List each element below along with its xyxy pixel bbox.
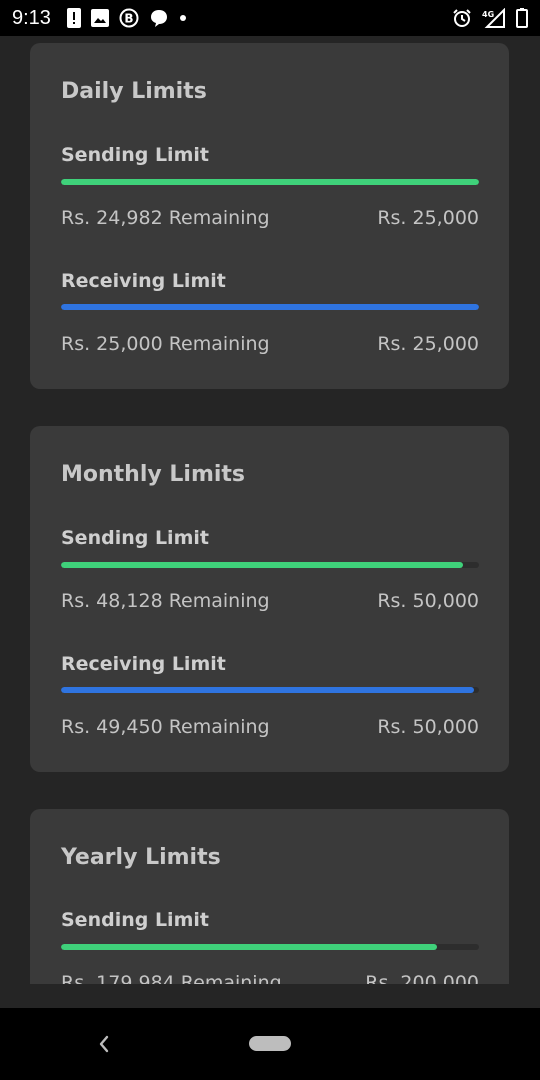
yearly-limits-card: Yearly Limits Sending Limit Rs. 179,984 …	[30, 809, 509, 984]
status-bar: 9:13 B 4G	[0, 0, 540, 36]
sending-limit-progress	[61, 944, 479, 950]
sending-limit-row: Rs. 24,982 Remaining Rs. 25,000	[61, 207, 479, 229]
battery-icon	[516, 8, 528, 28]
home-button[interactable]	[249, 1036, 291, 1051]
sending-remaining: Rs. 24,982 Remaining	[61, 207, 270, 229]
sending-limit-progress-fill	[61, 179, 479, 185]
sending-limit-progress	[61, 179, 479, 185]
receiving-limit-label: Receiving Limit	[61, 653, 226, 675]
network-label: 4G	[482, 10, 494, 19]
chat-bubble-icon	[149, 8, 169, 28]
sending-total: Rs. 200,000	[365, 972, 479, 984]
sending-limit-progress-fill	[61, 562, 464, 568]
chevron-left-icon	[99, 1035, 109, 1053]
sending-limit-row: Rs. 48,128 Remaining Rs. 50,000	[61, 590, 479, 612]
monthly-limits-card: Monthly Limits Sending Limit Rs. 48,128 …	[30, 426, 509, 772]
receiving-remaining: Rs. 25,000 Remaining	[61, 333, 270, 355]
alarm-icon	[452, 8, 472, 28]
receiving-limit-progress	[61, 304, 479, 310]
daily-limits-card: Daily Limits Sending Limit Rs. 24,982 Re…	[30, 43, 509, 389]
b-badge-icon: B	[119, 8, 139, 28]
sending-total: Rs. 25,000	[377, 207, 479, 229]
image-icon	[90, 9, 109, 27]
sending-remaining: Rs. 48,128 Remaining	[61, 590, 270, 612]
receiving-total: Rs. 25,000	[377, 333, 479, 355]
navigation-bar	[0, 1008, 540, 1080]
receiving-limit-progress-fill	[61, 687, 475, 693]
receiving-limit-progress-fill	[61, 304, 479, 310]
sending-remaining: Rs. 179,984 Remaining	[61, 972, 282, 984]
sending-limit-label: Sending Limit	[61, 527, 209, 549]
sending-limit-progress-fill	[61, 944, 438, 950]
sending-total: Rs. 50,000	[377, 590, 479, 612]
limits-list[interactable]: Daily Limits Sending Limit Rs. 24,982 Re…	[0, 36, 540, 984]
receiving-remaining: Rs. 49,450 Remaining	[61, 716, 270, 738]
sending-limit-progress	[61, 562, 479, 568]
card-title: Daily Limits	[61, 79, 207, 104]
alert-icon	[66, 8, 81, 28]
card-title: Yearly Limits	[61, 845, 221, 870]
receiving-limit-row: Rs. 49,450 Remaining Rs. 50,000	[61, 716, 479, 738]
card-title: Monthly Limits	[61, 462, 246, 487]
status-time: 9:13	[12, 6, 51, 29]
receiving-limit-row: Rs. 25,000 Remaining Rs. 25,000	[61, 333, 479, 355]
svg-text:B: B	[124, 12, 133, 26]
sending-limit-label: Sending Limit	[61, 144, 209, 166]
receiving-total: Rs. 50,000	[377, 716, 479, 738]
dot-icon	[179, 14, 187, 22]
receiving-limit-progress	[61, 687, 479, 693]
sending-limit-label: Sending Limit	[61, 909, 209, 931]
back-button[interactable]	[92, 1032, 116, 1056]
signal-4g-icon: 4G	[482, 8, 506, 28]
receiving-limit-label: Receiving Limit	[61, 270, 226, 292]
sending-limit-row: Rs. 179,984 Remaining Rs. 200,000	[61, 972, 479, 984]
